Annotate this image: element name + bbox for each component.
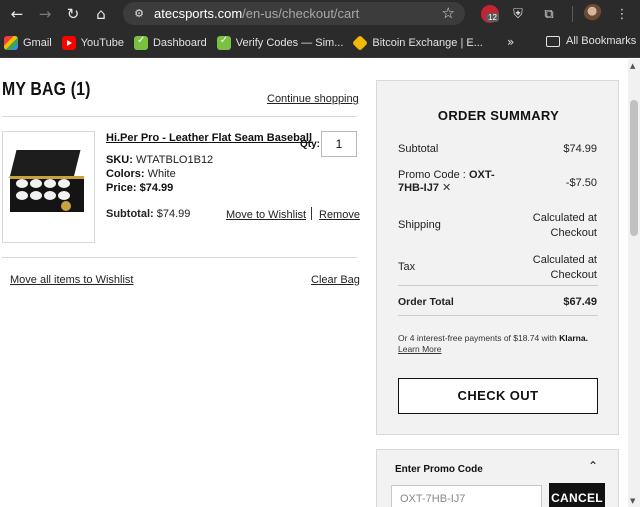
price-line: Price: $74.99 bbox=[106, 182, 173, 194]
checkout-button[interactable]: CHECK OUT bbox=[398, 378, 598, 414]
promo-code-part1: OXT- bbox=[468, 169, 495, 181]
check-circle-icon bbox=[133, 35, 148, 50]
remove-promo-icon[interactable]: ✕ bbox=[442, 181, 451, 194]
sku-value: WTATBLO1B12 bbox=[135, 154, 214, 166]
colors-value: White bbox=[147, 168, 176, 180]
home-icon[interactable]: ⌂ bbox=[90, 3, 112, 25]
remove-link[interactable]: Remove bbox=[319, 209, 360, 221]
order-summary-panel: ORDER SUMMARY Subtotal $74.99 Promo Code… bbox=[376, 80, 619, 435]
box-lid bbox=[9, 150, 81, 178]
summary-divider bbox=[398, 315, 598, 316]
cancel-promo-button[interactable]: CANCEL bbox=[549, 483, 605, 507]
scrollbar-thumb[interactable] bbox=[630, 100, 638, 236]
address-bar[interactable]: ⚙ atecsports.com/en-us/checkout/cart ☆ bbox=[123, 2, 465, 25]
profile-avatar[interactable] bbox=[584, 4, 602, 22]
clear-bag-link[interactable]: Clear Bag bbox=[311, 274, 360, 286]
promo-code-part2: 7HB-IJ7 bbox=[398, 182, 439, 194]
bookmark-label: Verify Codes — Sim... bbox=[235, 36, 344, 49]
promo-code-label: Promo Code : bbox=[398, 169, 466, 181]
price-value: $74.99 bbox=[139, 182, 174, 194]
move-all-to-wishlist-link[interactable]: Move all items to Wishlist bbox=[10, 274, 133, 286]
order-summary-title: ORDER SUMMARY bbox=[437, 108, 560, 123]
qty-label: Qty: bbox=[300, 139, 320, 150]
tax-value-line1: Calculated at bbox=[532, 254, 597, 266]
forward-arrow-icon[interactable]: → bbox=[34, 3, 56, 25]
price-label: Price: bbox=[106, 182, 137, 194]
klarna-message: Or 4 interest-free payments of $18.74 wi… bbox=[398, 333, 603, 355]
learn-more-link[interactable]: Learn More bbox=[398, 344, 441, 354]
item-subtotal-label: Subtotal: bbox=[106, 208, 154, 220]
folder-icon bbox=[546, 35, 560, 47]
item-subtotal-value: $74.99 bbox=[156, 208, 191, 220]
sku-label: SKU: bbox=[106, 154, 133, 166]
binance-icon bbox=[352, 34, 369, 51]
tax-value: Calculated at Checkout bbox=[533, 253, 597, 283]
baseballs bbox=[16, 179, 78, 201]
box-logo bbox=[61, 201, 71, 211]
url-host: atecsports.com bbox=[154, 6, 243, 21]
colors-line: Colors: White bbox=[106, 168, 176, 180]
promo-panel-title: Enter Promo Code bbox=[395, 464, 483, 475]
shipping-value-line2: Checkout bbox=[550, 227, 597, 239]
bookmark-star-icon[interactable]: ☆ bbox=[442, 4, 455, 22]
youtube-icon bbox=[61, 35, 76, 50]
subtotal-value: $74.99 bbox=[563, 143, 597, 155]
browser-toolbar: ← → ↻ ⌂ ⚙ atecsports.com/en-us/checkout/… bbox=[0, 0, 640, 28]
klarna-brand: Klarna. bbox=[559, 333, 588, 343]
move-to-wishlist-link[interactable]: Move to Wishlist bbox=[226, 209, 306, 221]
divider bbox=[2, 257, 357, 258]
shield-extension-icon[interactable]: ⛨ bbox=[508, 4, 528, 24]
promo-code-line: Promo Code : OXT- 7HB-IJ7 ✕ bbox=[398, 169, 508, 194]
page-content: MY BAG (1) Continue shopping Hi.Per Pro … bbox=[0, 59, 628, 507]
chevron-up-icon[interactable]: ⌃ bbox=[588, 459, 598, 473]
bookmarks-bar: Gmail YouTube Dashboard Verify Codes — S… bbox=[0, 28, 640, 58]
product-name-link[interactable]: Hi.Per Pro - Leather Flat Seam Baseball bbox=[106, 132, 312, 144]
bookmark-label: Gmail bbox=[23, 36, 52, 49]
scroll-up-icon[interactable]: ▲ bbox=[630, 62, 635, 70]
shipping-value: Calculated at Checkout bbox=[533, 211, 597, 241]
summary-divider bbox=[398, 285, 598, 286]
sku-line: SKU: WTATBLO1B12 bbox=[106, 154, 213, 166]
page-title: MY BAG (1) bbox=[2, 79, 91, 99]
shipping-value-line1: Calculated at bbox=[532, 212, 597, 224]
bookmark-label: Dashboard bbox=[152, 36, 207, 49]
promo-discount-value: -$7.50 bbox=[565, 177, 597, 189]
toolbar-divider bbox=[572, 6, 573, 22]
all-bookmarks-label: All Bookmarks bbox=[566, 35, 637, 47]
site-settings-icon[interactable]: ⚙ bbox=[131, 6, 147, 22]
item-subtotal: Subtotal: $74.99 bbox=[106, 208, 190, 220]
bookmark-label: YouTube bbox=[80, 36, 124, 49]
puzzle-extensions-icon[interactable]: ⧉ bbox=[539, 4, 559, 24]
scroll-down-icon[interactable]: ▼ bbox=[630, 497, 635, 505]
tax-value-line2: Checkout bbox=[550, 269, 597, 281]
url-path: /en-us/checkout/cart bbox=[242, 6, 360, 21]
bookmark-label: Bitcoin Exchange | E... bbox=[372, 36, 483, 49]
bookmark-gmail[interactable]: Gmail bbox=[4, 35, 52, 50]
reload-icon[interactable]: ↻ bbox=[62, 3, 84, 25]
more-bookmarks-icon[interactable]: » bbox=[507, 35, 514, 49]
all-bookmarks-button[interactable]: All Bookmarks bbox=[546, 35, 636, 47]
bookmark-bitcoin-exchange[interactable]: Bitcoin Exchange | E... bbox=[352, 34, 483, 51]
promo-code-panel: Enter Promo Code ⌃ OXT-7HB-IJ7 CANCEL bbox=[376, 449, 619, 507]
quantity-input[interactable]: 1 bbox=[321, 131, 357, 157]
order-total-value: $67.49 bbox=[563, 296, 597, 308]
link-separator bbox=[311, 207, 312, 220]
bookmark-youtube[interactable]: YouTube bbox=[61, 35, 124, 50]
bookmark-dashboard[interactable]: Dashboard bbox=[133, 35, 207, 50]
extension-badge: 12 bbox=[486, 13, 499, 22]
url-text[interactable]: atecsports.com/en-us/checkout/cart bbox=[154, 6, 359, 21]
divider bbox=[2, 116, 357, 117]
back-arrow-icon[interactable]: ← bbox=[6, 3, 28, 25]
bookmark-verify-codes[interactable]: Verify Codes — Sim... bbox=[216, 35, 344, 50]
klarna-text: Or 4 interest-free payments of $18.74 wi… bbox=[398, 333, 557, 343]
product-image[interactable] bbox=[2, 131, 95, 243]
promo-code-input[interactable]: OXT-7HB-IJ7 bbox=[391, 485, 542, 507]
kebab-menu-icon[interactable]: ⋮ bbox=[612, 4, 632, 24]
check-circle-icon bbox=[216, 35, 231, 50]
colors-label: Colors: bbox=[106, 168, 145, 180]
gmail-icon bbox=[4, 35, 18, 50]
continue-shopping-link[interactable]: Continue shopping bbox=[267, 93, 359, 105]
